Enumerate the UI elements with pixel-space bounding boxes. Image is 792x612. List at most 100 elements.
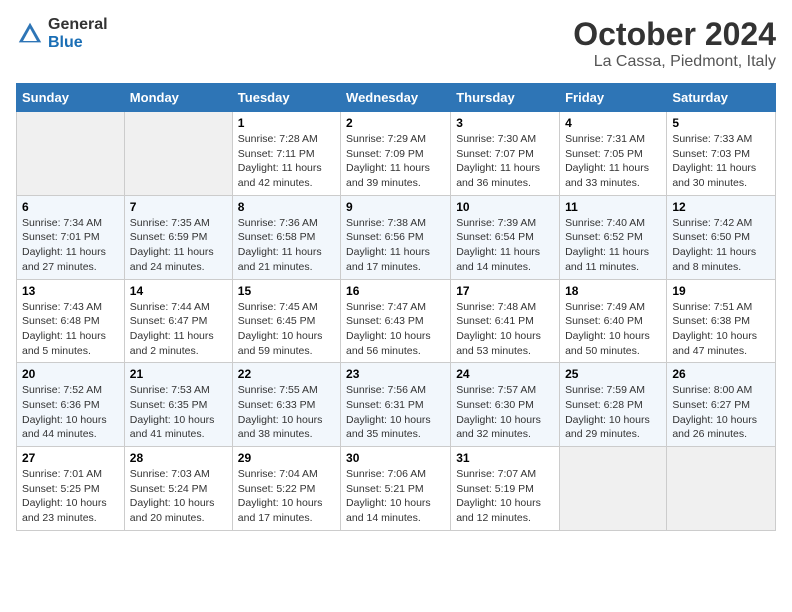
header-day-monday: Monday — [124, 84, 232, 112]
day-number: 2 — [346, 116, 445, 130]
day-number: 31 — [456, 451, 554, 465]
day-cell: 31 Sunrise: 7:07 AM Sunset: 5:19 PM Dayli… — [451, 447, 560, 531]
title-section: October 2024 La Cassa, Piedmont, Italy — [573, 16, 776, 71]
day-info: Sunrise: 7:03 AM Sunset: 5:24 PM Dayligh… — [130, 467, 227, 526]
day-number: 17 — [456, 284, 554, 298]
day-info: Sunrise: 7:44 AM Sunset: 6:47 PM Dayligh… — [130, 300, 227, 359]
day-cell — [17, 112, 125, 196]
day-cell: 25Sunrise: 7:59 AM Sunset: 6:28 PM Dayli… — [560, 363, 667, 447]
calendar-body: 1 Sunrise: 7:28 AM Sunset: 7:11 PM Daylig… — [17, 112, 776, 531]
day-cell: 28 Sunrise: 7:03 AM Sunset: 5:24 PM Dayli… — [124, 447, 232, 531]
day-cell: 27 Sunrise: 7:01 AM Sunset: 5:25 PM Dayli… — [17, 447, 125, 531]
day-number: 30 — [346, 451, 445, 465]
day-info: Sunrise: 7:52 AM Sunset: 6:36 PM Dayligh… — [22, 383, 119, 442]
day-number: 10 — [456, 200, 554, 214]
day-cell: 19Sunrise: 7:51 AM Sunset: 6:38 PM Dayli… — [667, 279, 776, 363]
day-number: 15 — [238, 284, 335, 298]
day-info: Sunrise: 7:45 AM Sunset: 6:45 PM Dayligh… — [238, 300, 335, 359]
day-number: 27 — [22, 451, 119, 465]
location: La Cassa, Piedmont, Italy — [573, 53, 776, 71]
day-number: 28 — [130, 451, 227, 465]
day-number: 23 — [346, 367, 445, 381]
day-cell — [667, 447, 776, 531]
day-cell: 4 Sunrise: 7:31 AM Sunset: 7:05 PM Daylig… — [560, 112, 667, 196]
day-cell: 9 Sunrise: 7:38 AM Sunset: 6:56 PM Daylig… — [341, 195, 451, 279]
day-number: 21 — [130, 367, 227, 381]
day-number: 22 — [238, 367, 335, 381]
day-number: 9 — [346, 200, 445, 214]
header-day-tuesday: Tuesday — [232, 84, 340, 112]
day-info: Sunrise: 7:48 AM Sunset: 6:41 PM Dayligh… — [456, 300, 554, 359]
day-number: 18 — [565, 284, 661, 298]
calendar-table: SundayMondayTuesdayWednesdayThursdayFrid… — [16, 83, 776, 531]
day-cell: 12Sunrise: 7:42 AM Sunset: 6:50 PM Dayli… — [667, 195, 776, 279]
day-info: Sunrise: 7:01 AM Sunset: 5:25 PM Dayligh… — [22, 467, 119, 526]
day-info: Sunrise: 7:36 AM Sunset: 6:58 PM Dayligh… — [238, 216, 335, 275]
logo-icon — [16, 20, 44, 48]
day-number: 25 — [565, 367, 661, 381]
day-cell: 20 Sunrise: 7:52 AM Sunset: 6:36 PM Dayli… — [17, 363, 125, 447]
day-number: 29 — [238, 451, 335, 465]
header-day-thursday: Thursday — [451, 84, 560, 112]
day-number: 5 — [672, 116, 770, 130]
day-number: 4 — [565, 116, 661, 130]
logo-general: General — [48, 16, 108, 34]
day-number: 6 — [22, 200, 119, 214]
day-cell: 26Sunrise: 8:00 AM Sunset: 6:27 PM Dayli… — [667, 363, 776, 447]
logo-blue: Blue — [48, 34, 108, 52]
day-info: Sunrise: 7:34 AM Sunset: 7:01 PM Dayligh… — [22, 216, 119, 275]
header-day-saturday: Saturday — [667, 84, 776, 112]
day-info: Sunrise: 7:57 AM Sunset: 6:30 PM Dayligh… — [456, 383, 554, 442]
day-cell — [560, 447, 667, 531]
day-info: Sunrise: 7:07 AM Sunset: 5:19 PM Dayligh… — [456, 467, 554, 526]
day-cell: 21 Sunrise: 7:53 AM Sunset: 6:35 PM Dayli… — [124, 363, 232, 447]
day-cell: 2 Sunrise: 7:29 AM Sunset: 7:09 PM Daylig… — [341, 112, 451, 196]
calendar-header: SundayMondayTuesdayWednesdayThursdayFrid… — [17, 84, 776, 112]
week-row-4: 20 Sunrise: 7:52 AM Sunset: 6:36 PM Dayli… — [17, 363, 776, 447]
day-info: Sunrise: 7:31 AM Sunset: 7:05 PM Dayligh… — [565, 132, 661, 191]
day-info: Sunrise: 7:51 AM Sunset: 6:38 PM Dayligh… — [672, 300, 770, 359]
day-info: Sunrise: 7:04 AM Sunset: 5:22 PM Dayligh… — [238, 467, 335, 526]
day-info: Sunrise: 7:38 AM Sunset: 6:56 PM Dayligh… — [346, 216, 445, 275]
day-info: Sunrise: 7:35 AM Sunset: 6:59 PM Dayligh… — [130, 216, 227, 275]
header-day-wednesday: Wednesday — [341, 84, 451, 112]
day-number: 1 — [238, 116, 335, 130]
day-info: Sunrise: 7:47 AM Sunset: 6:43 PM Dayligh… — [346, 300, 445, 359]
day-cell: 11Sunrise: 7:40 AM Sunset: 6:52 PM Dayli… — [560, 195, 667, 279]
day-info: Sunrise: 7:30 AM Sunset: 7:07 PM Dayligh… — [456, 132, 554, 191]
logo: General Blue — [16, 16, 108, 51]
day-number: 8 — [238, 200, 335, 214]
day-number: 20 — [22, 367, 119, 381]
day-cell: 1 Sunrise: 7:28 AM Sunset: 7:11 PM Daylig… — [232, 112, 340, 196]
day-cell: 3 Sunrise: 7:30 AM Sunset: 7:07 PM Daylig… — [451, 112, 560, 196]
day-info: Sunrise: 7:49 AM Sunset: 6:40 PM Dayligh… — [565, 300, 661, 359]
day-info: Sunrise: 7:55 AM Sunset: 6:33 PM Dayligh… — [238, 383, 335, 442]
day-cell: 5 Sunrise: 7:33 AM Sunset: 7:03 PM Daylig… — [667, 112, 776, 196]
day-info: Sunrise: 7:29 AM Sunset: 7:09 PM Dayligh… — [346, 132, 445, 191]
month-title: October 2024 — [573, 16, 776, 53]
day-cell: 23Sunrise: 7:56 AM Sunset: 6:31 PM Dayli… — [341, 363, 451, 447]
day-cell: 14 Sunrise: 7:44 AM Sunset: 6:47 PM Dayli… — [124, 279, 232, 363]
day-cell: 6 Sunrise: 7:34 AM Sunset: 7:01 PM Daylig… — [17, 195, 125, 279]
day-number: 12 — [672, 200, 770, 214]
day-cell: 7 Sunrise: 7:35 AM Sunset: 6:59 PM Daylig… — [124, 195, 232, 279]
day-number: 16 — [346, 284, 445, 298]
day-info: Sunrise: 7:28 AM Sunset: 7:11 PM Dayligh… — [238, 132, 335, 191]
day-cell: 24Sunrise: 7:57 AM Sunset: 6:30 PM Dayli… — [451, 363, 560, 447]
day-number: 7 — [130, 200, 227, 214]
day-number: 13 — [22, 284, 119, 298]
day-cell: 22 Sunrise: 7:55 AM Sunset: 6:33 PM Dayli… — [232, 363, 340, 447]
day-cell — [124, 112, 232, 196]
day-info: Sunrise: 7:06 AM Sunset: 5:21 PM Dayligh… — [346, 467, 445, 526]
day-info: Sunrise: 7:43 AM Sunset: 6:48 PM Dayligh… — [22, 300, 119, 359]
day-cell: 17 Sunrise: 7:48 AM Sunset: 6:41 PM Dayli… — [451, 279, 560, 363]
day-number: 3 — [456, 116, 554, 130]
day-cell: 8 Sunrise: 7:36 AM Sunset: 6:58 PM Daylig… — [232, 195, 340, 279]
logo-text: General Blue — [48, 16, 108, 51]
day-info: Sunrise: 7:53 AM Sunset: 6:35 PM Dayligh… — [130, 383, 227, 442]
day-info: Sunrise: 7:33 AM Sunset: 7:03 PM Dayligh… — [672, 132, 770, 191]
week-row-3: 13 Sunrise: 7:43 AM Sunset: 6:48 PM Dayli… — [17, 279, 776, 363]
day-cell: 10Sunrise: 7:39 AM Sunset: 6:54 PM Dayli… — [451, 195, 560, 279]
day-cell: 15 Sunrise: 7:45 AM Sunset: 6:45 PM Dayli… — [232, 279, 340, 363]
day-number: 14 — [130, 284, 227, 298]
